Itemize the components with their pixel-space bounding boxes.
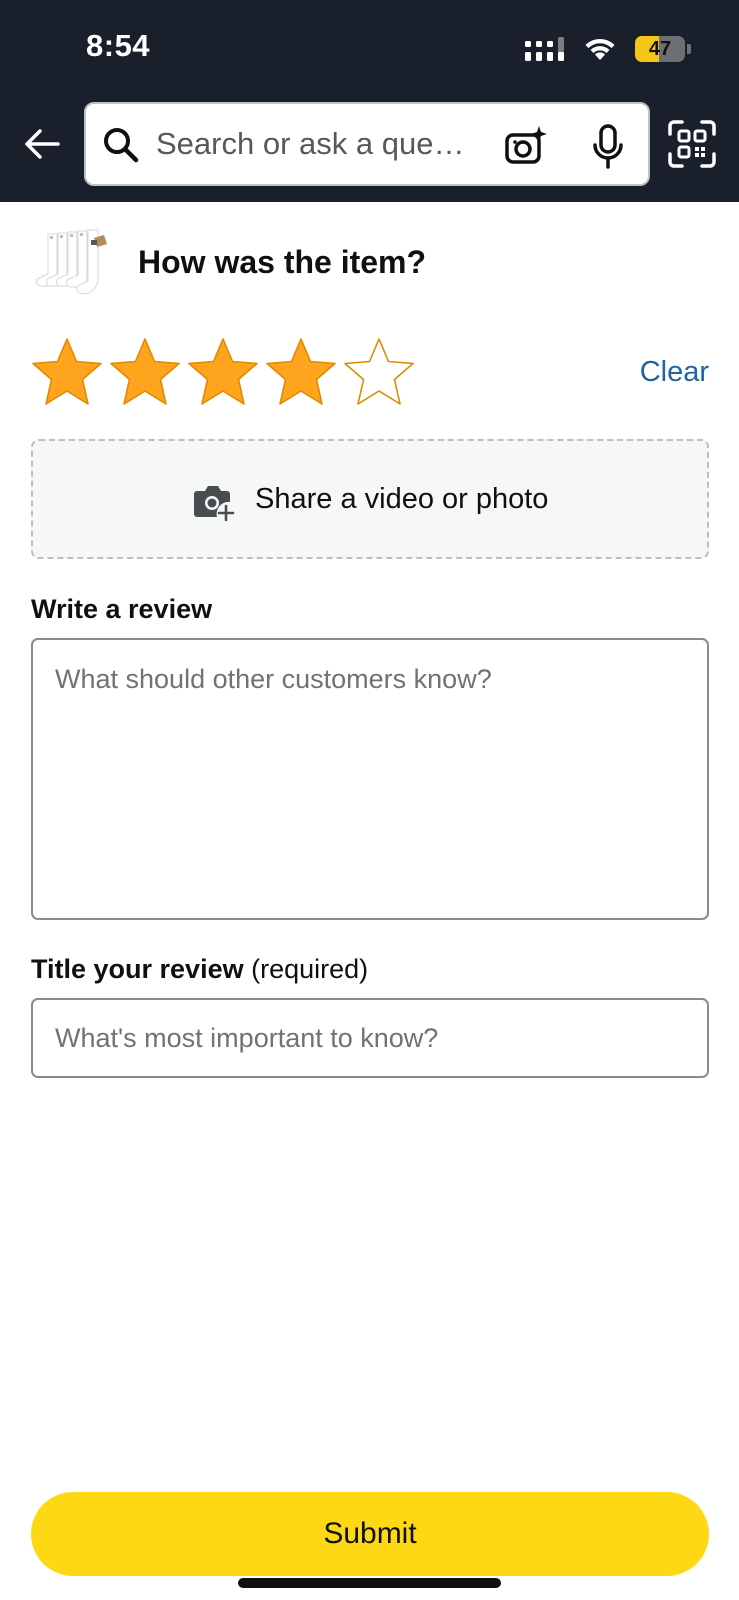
submit-button[interactable]: Submit bbox=[31, 1492, 709, 1576]
review-title-field[interactable] bbox=[31, 998, 709, 1078]
status-icons: 47 bbox=[521, 34, 691, 64]
star-filled-icon[interactable] bbox=[264, 336, 338, 408]
review-page: 8:54 47 Search or ask a que… How was the… bbox=[0, 0, 739, 1600]
microphone-icon[interactable] bbox=[592, 124, 624, 170]
camera-ai-icon[interactable] bbox=[504, 124, 548, 168]
search-icon bbox=[104, 128, 139, 163]
star-rating bbox=[30, 336, 420, 410]
title-required-note: (required) bbox=[251, 954, 369, 984]
write-review-heading: Write a review bbox=[31, 594, 213, 624]
rating-question: How was the item? bbox=[138, 244, 427, 280]
search-bar[interactable] bbox=[84, 102, 650, 186]
star-filled-icon[interactable] bbox=[108, 336, 182, 408]
title-heading-label: Title your review bbox=[31, 954, 244, 984]
wifi-icon bbox=[585, 38, 615, 60]
battery-level: 47 bbox=[648, 38, 672, 60]
scan-icon[interactable] bbox=[668, 120, 716, 168]
top-header: 8:54 47 bbox=[0, 0, 739, 202]
star-filled-icon[interactable] bbox=[186, 336, 260, 408]
search-input[interactable] bbox=[156, 122, 466, 166]
camera-add-icon bbox=[194, 486, 235, 521]
back-arrow-icon[interactable] bbox=[22, 124, 62, 164]
battery-indicator: 47 bbox=[635, 36, 691, 62]
product-thumbnail bbox=[36, 229, 107, 295]
title-review-heading: Title your review (required) bbox=[31, 954, 368, 985]
upload-label: Share a video or photo bbox=[255, 483, 549, 515]
home-indicator bbox=[238, 1578, 501, 1588]
clear-rating-link[interactable]: Clear bbox=[640, 356, 709, 389]
cellular-signal-icon bbox=[525, 37, 564, 61]
status-time: 8:54 bbox=[86, 28, 151, 63]
star-empty-icon[interactable] bbox=[342, 336, 416, 408]
review-text-field[interactable] bbox=[31, 638, 709, 920]
star-filled-icon[interactable] bbox=[30, 336, 104, 408]
upload-media-button[interactable]: Share a video or photo bbox=[31, 439, 709, 559]
